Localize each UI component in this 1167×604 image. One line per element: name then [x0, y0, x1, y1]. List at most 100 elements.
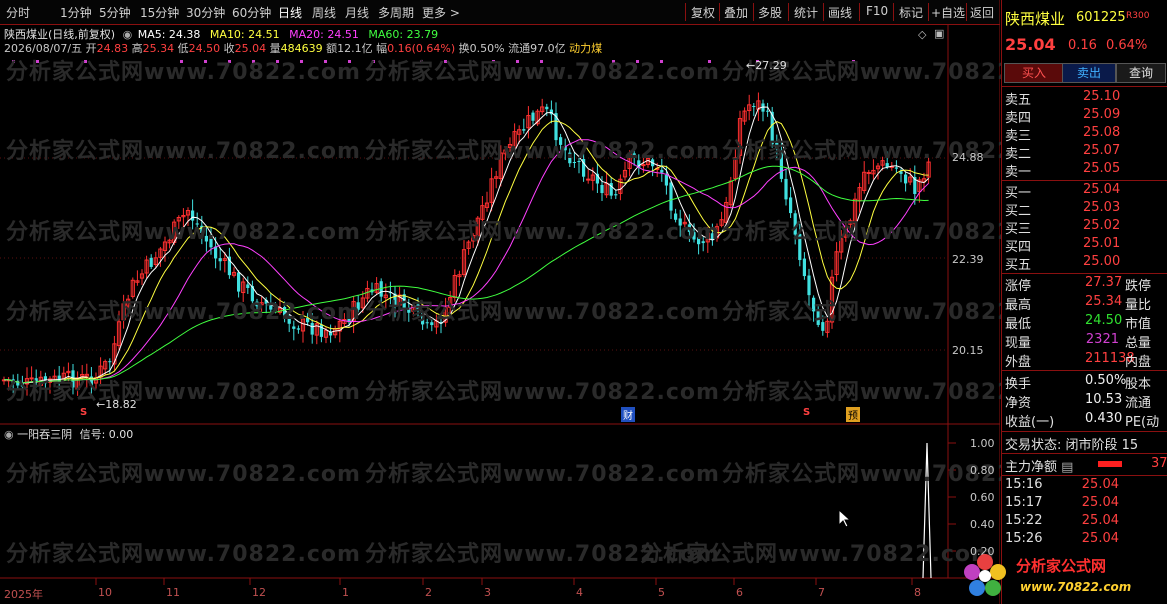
bar-info: 2026/08/07/五 开24.83 高25.34 低24.50 收25.04… — [4, 40, 602, 56]
x-axis-label: 7 — [818, 586, 825, 599]
stat-label: 总量 — [1125, 336, 1152, 351]
x-axis-label: 6 — [736, 586, 743, 599]
buy-button[interactable]: 买入 — [1004, 63, 1064, 83]
logo-text: 分析家公式网 — [1016, 557, 1107, 575]
stat-label: 量比 — [1125, 298, 1152, 313]
bid-row-5: 买五 25.00 — [1005, 254, 1165, 273]
candle-body — [296, 328, 300, 330]
tick-price: 25.04 — [1081, 531, 1119, 546]
x-axis-label: 12 — [252, 586, 266, 599]
stat-value: 211138 — [1085, 351, 1135, 366]
ask-label: 卖五 — [1005, 93, 1032, 108]
watermark: 分析家公式网www.70822.com — [6, 220, 361, 245]
stat-row-outer: 外盘 211138 内盘 — [1005, 351, 1165, 370]
stat-label: 净资 — [1005, 396, 1032, 411]
low-annotation-value: 18.82 — [105, 398, 137, 411]
candle-body — [149, 257, 153, 267]
watermark: 分析家公式网www.70822.com — [640, 542, 995, 567]
turnover-value: 换0.50% — [458, 42, 505, 55]
stat-row-limit-up: 涨停 27.37 跌停 — [1005, 275, 1165, 294]
tick-row: 15:22 25.04 — [1005, 513, 1165, 532]
float-value: 流通97.0亿 — [508, 42, 566, 55]
ask-row-4: 卖四 25.09 — [1005, 107, 1165, 126]
event-marker-finance[interactable]: 财 — [621, 407, 635, 422]
candle-body — [904, 174, 908, 184]
stat-label: 跌停 — [1125, 279, 1152, 294]
stat-row-cur-vol: 现量 2321 总量 — [1005, 332, 1165, 351]
bid-label: 买四 — [1005, 240, 1032, 255]
candle-body — [600, 184, 604, 194]
flower-logo-icon — [964, 554, 1006, 596]
price-axis-label: 24.88 — [952, 151, 984, 164]
stat-label: 市值 — [1125, 317, 1152, 332]
stat-label: 现量 — [1005, 336, 1032, 351]
x-axis-label: 4 — [576, 586, 583, 599]
query-button[interactable]: 查询 — [1116, 63, 1166, 83]
candle-body — [237, 272, 241, 292]
event-marker-s[interactable]: S — [803, 407, 810, 418]
high-value: 25.34 — [142, 42, 175, 55]
stat-value: 0.50% — [1085, 373, 1127, 388]
watermark: 分析家公式网www.70822.com — [6, 542, 361, 567]
logo-url: www.70822.com — [1020, 580, 1132, 594]
open-label: 开 — [85, 42, 97, 55]
candle-body — [292, 326, 296, 329]
collapse-icon[interactable]: ◇ — [918, 28, 926, 41]
open-value: 24.83 — [96, 42, 129, 55]
indicator-axis-label: 0.60 — [970, 491, 995, 504]
ask-price: 25.09 — [1083, 107, 1121, 122]
change-label: 幅 — [376, 42, 388, 55]
price-axis-label: 20.15 — [952, 344, 984, 357]
watermark: 分析家公式网www.70822.com — [6, 60, 361, 85]
main-net-value: 37 — [1151, 456, 1167, 471]
mouse-cursor-icon — [838, 509, 852, 528]
stat-label: 外盘 — [1005, 355, 1032, 370]
tick-time: 15:22 — [1005, 513, 1043, 528]
ask-row-5: 卖五 25.10 — [1005, 89, 1165, 108]
stat-row-eps: 收益(一) 0.430 PE(动 — [1005, 411, 1165, 430]
candle-body — [894, 167, 898, 169]
candle-body — [614, 194, 618, 196]
vol-label: 量 — [269, 42, 281, 55]
sell-button[interactable]: 卖出 — [1062, 63, 1116, 83]
ask-row-1: 卖一 25.05 — [1005, 161, 1165, 180]
ask-label: 卖四 — [1005, 111, 1032, 126]
candle-body — [766, 110, 770, 112]
bar-date: 2026/08/07/五 — [4, 42, 83, 55]
close-panel-icon[interactable]: ▣ — [934, 27, 944, 40]
stat-label: 换手 — [1005, 377, 1032, 392]
candle-body — [660, 169, 664, 173]
ma20-line — [4, 139, 929, 384]
close-value: 25.04 — [234, 42, 267, 55]
bid-price: 25.00 — [1083, 254, 1121, 269]
watermark: 分析家公式网www.70822.com — [365, 462, 720, 487]
bid-price: 25.01 — [1083, 236, 1121, 251]
event-marker-forecast[interactable]: 预 — [846, 407, 860, 422]
candle-body — [752, 105, 756, 107]
indicator-axis-label: 0.40 — [970, 518, 995, 531]
stat-label: 内盘 — [1125, 355, 1152, 370]
candle-body — [789, 197, 793, 214]
candle-body — [522, 129, 526, 131]
low-label: 低 — [177, 42, 189, 55]
candle-body — [319, 324, 323, 337]
dropdown-icon[interactable]: ◉ — [4, 428, 14, 441]
bid-label: 买一 — [1005, 186, 1032, 201]
stat-row-nav: 净资 10.53 流通 — [1005, 392, 1165, 411]
ask-price: 25.07 — [1083, 143, 1121, 158]
tick-price: 25.04 — [1081, 513, 1119, 528]
stat-value: 0.430 — [1085, 411, 1123, 426]
low-annotation: ←18.82 — [96, 398, 137, 411]
indicator-title: 一阳吞三阴 — [17, 428, 73, 441]
stat-label: 股本 — [1125, 377, 1152, 392]
stock-name: 陕西煤业 — [1005, 10, 1066, 28]
event-marker-s[interactable]: S — [80, 407, 87, 418]
last-price: 25.04 — [1005, 35, 1056, 54]
bid-label: 买二 — [1005, 204, 1032, 219]
tick-price: 25.04 — [1081, 477, 1119, 492]
main-net-bar — [1098, 461, 1122, 467]
price-axis-label: 22.39 — [952, 253, 984, 266]
candle-body — [807, 275, 811, 296]
expand-icon[interactable]: ▤ — [1061, 460, 1073, 475]
tick-time: 15:17 — [1005, 495, 1043, 510]
